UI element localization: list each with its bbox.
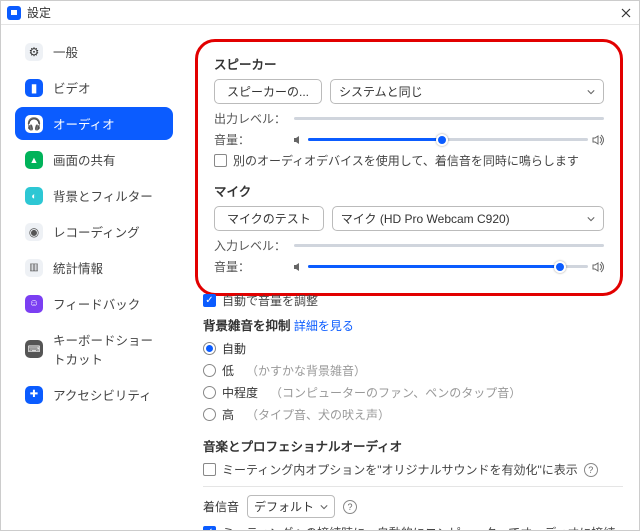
window-title: 設定 xyxy=(27,4,51,21)
input-level-meter xyxy=(294,244,604,247)
noise-high-radio[interactable]: 高 （タイプ音、犬の吠え声） xyxy=(203,406,623,423)
help-icon[interactable]: ? xyxy=(343,500,357,514)
speaker-device-value: システムと同じ xyxy=(339,83,423,100)
chevron-down-icon xyxy=(320,503,328,511)
input-level-label: 入力レベル： xyxy=(214,237,286,254)
volume-high-icon xyxy=(592,134,604,146)
speaker-volume-label: 音量： xyxy=(214,131,284,148)
stats-icon: ▥ xyxy=(25,259,43,277)
help-icon[interactable]: ? xyxy=(584,463,598,477)
sidebar: ⚙ 一般 ▮ ビデオ 🎧 オーディオ ▲ 画面の共有 ◐ 背景とフィルター ◉ レコーディン… xyxy=(1,25,187,530)
radio-hint: （コンピューターのファン、ペンのタップ音） xyxy=(270,384,521,401)
noise-suppress-title: 背景雑音を抑制 xyxy=(203,319,291,333)
sidebar-item-label: 背景とフィルター xyxy=(53,186,153,205)
radio-label: 中程度 xyxy=(222,384,258,401)
sidebar-item-share[interactable]: ▲ 画面の共有 xyxy=(15,143,173,176)
output-level-meter xyxy=(294,117,604,120)
ringtone-label: 着信音 xyxy=(203,498,239,515)
video-icon: ▮ xyxy=(25,79,43,97)
volume-low-icon xyxy=(292,134,304,146)
sidebar-item-label: 一般 xyxy=(53,42,78,61)
auto-adjust-volume-checkbox[interactable]: 自動で音量を調整 xyxy=(203,292,623,309)
mic-device-select[interactable]: マイク (HD Pro Webcam C920) xyxy=(332,206,604,231)
noise-auto-radio[interactable]: 自動 xyxy=(203,340,623,357)
chevron-down-icon xyxy=(587,215,595,223)
noise-low-radio[interactable]: 低 （かすかな背景雑音） xyxy=(203,362,623,379)
sidebar-item-label: アクセシビリティ xyxy=(53,385,152,404)
mic-device-value: マイク (HD Pro Webcam C920) xyxy=(341,210,510,227)
speaker-section-title: スピーカー xyxy=(214,54,604,73)
noise-med-radio[interactable]: 中程度 （コンピューターのファン、ペンのタップ音） xyxy=(203,384,623,401)
gear-icon: ⚙ xyxy=(25,43,43,61)
checkbox-label: ミーティングへの接続時に、自動的にコンピューターでオーディオに接続 xyxy=(222,524,615,530)
feedback-icon: ☺ xyxy=(25,295,43,313)
ringtone-value: デフォルト xyxy=(254,498,314,515)
sidebar-item-label: ビデオ xyxy=(53,78,91,97)
sidebar-item-label: キーボードショートカット xyxy=(53,330,163,368)
mic-volume-slider[interactable] xyxy=(292,261,604,273)
headphones-icon: 🎧 xyxy=(25,115,43,133)
sidebar-item-background[interactable]: ◐ 背景とフィルター xyxy=(15,179,173,212)
divider xyxy=(203,486,623,487)
checkbox-label: 自動で音量を調整 xyxy=(222,292,318,309)
test-speaker-button[interactable]: スピーカーの... xyxy=(214,79,322,104)
chevron-down-icon xyxy=(587,88,595,96)
sidebar-item-recording[interactable]: ◉ レコーディング xyxy=(15,215,173,248)
settings-panel: スピーカー スピーカーの... システムと同じ 出力レベル： 音量： 別のオーデ xyxy=(187,25,639,530)
radio-label: 自動 xyxy=(222,340,246,357)
share-screen-icon: ▲ xyxy=(25,151,43,169)
sidebar-item-accessibility[interactable]: ✚ アクセシビリティ xyxy=(15,378,173,411)
radio-label: 高 xyxy=(222,406,234,423)
titlebar: 設定 xyxy=(1,1,639,25)
speaker-volume-slider[interactable] xyxy=(292,134,604,146)
volume-low-icon xyxy=(292,261,304,273)
highlight-box: スピーカー スピーカーの... システムと同じ 出力レベル： 音量： 別のオーデ xyxy=(195,39,623,296)
sidebar-item-audio[interactable]: 🎧 オーディオ xyxy=(15,107,173,140)
sidebar-item-shortcuts[interactable]: ⌨ キーボードショートカット xyxy=(15,323,173,375)
radio-hint: （タイプ音、犬の吠え声） xyxy=(246,406,390,423)
pro-audio-title: 音楽とプロフェショナルオーディオ xyxy=(203,436,623,455)
checkbox-label: 別のオーディオデバイスを使用して、着信音を同時に鳴らします xyxy=(233,152,579,169)
mic-section-title: マイク xyxy=(214,181,604,200)
radio-hint: （かすかな背景雑音） xyxy=(246,362,366,379)
volume-high-icon xyxy=(592,261,604,273)
sidebar-item-label: フィードバック xyxy=(53,294,140,313)
test-mic-button[interactable]: マイクのテスト xyxy=(214,206,324,231)
sidebar-item-label: レコーディング xyxy=(53,222,140,241)
mic-volume-label: 音量： xyxy=(214,258,284,275)
radio-label: 低 xyxy=(222,362,234,379)
checkbox-label: ミーティング内オプションを"オリジナルサウンドを有効化"に表示 xyxy=(222,461,578,478)
speaker-device-select[interactable]: システムと同じ xyxy=(330,79,604,104)
sidebar-item-general[interactable]: ⚙ 一般 xyxy=(15,35,173,68)
learn-more-link[interactable]: 詳細を見る xyxy=(294,319,354,333)
sidebar-item-feedback[interactable]: ☺ フィードバック xyxy=(15,287,173,320)
ringtone-separate-device-checkbox[interactable]: 別のオーディオデバイスを使用して、着信音を同時に鳴らします xyxy=(214,152,604,169)
sidebar-item-label: 画面の共有 xyxy=(53,150,116,169)
ringtone-select[interactable]: デフォルト xyxy=(247,495,335,518)
sidebar-item-label: オーディオ xyxy=(53,114,115,133)
app-icon xyxy=(7,6,21,20)
background-icon: ◐ xyxy=(25,187,43,205)
keyboard-icon: ⌨ xyxy=(25,340,43,358)
auto-join-audio-checkbox[interactable]: ミーティングへの接続時に、自動的にコンピューターでオーディオに接続 xyxy=(203,524,623,530)
close-button[interactable] xyxy=(619,6,633,20)
original-sound-checkbox[interactable]: ミーティング内オプションを"オリジナルサウンドを有効化"に表示? xyxy=(203,461,623,478)
record-icon: ◉ xyxy=(25,223,43,241)
sidebar-item-video[interactable]: ▮ ビデオ xyxy=(15,71,173,104)
sidebar-item-label: 統計情報 xyxy=(53,258,103,277)
sidebar-item-stats[interactable]: ▥ 統計情報 xyxy=(15,251,173,284)
output-level-label: 出力レベル： xyxy=(214,110,286,127)
accessibility-icon: ✚ xyxy=(25,386,43,404)
